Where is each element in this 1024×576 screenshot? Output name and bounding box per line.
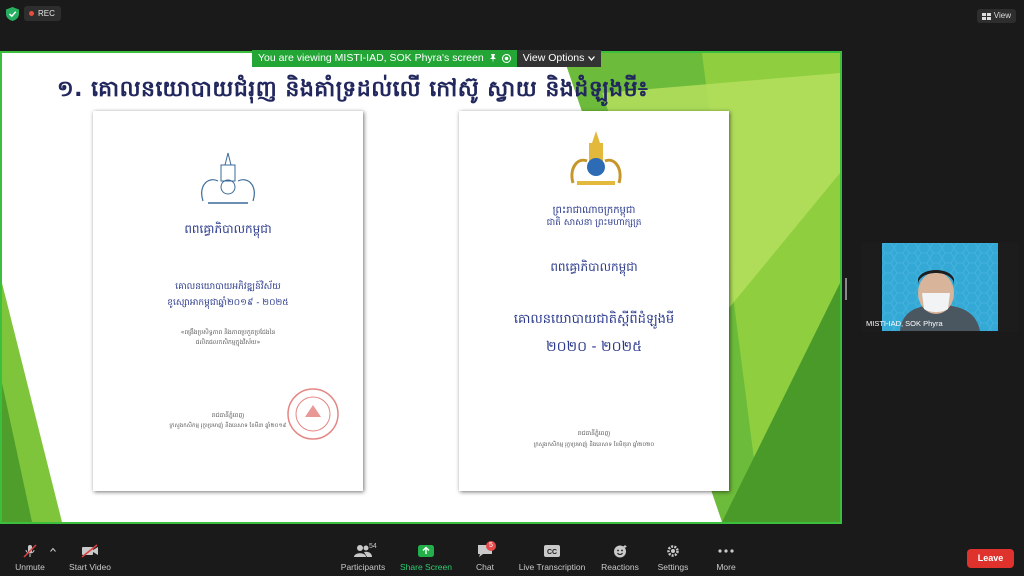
view-options-label: View Options bbox=[522, 52, 585, 64]
unmute-label: Unmute bbox=[15, 562, 45, 572]
doc2-years: ២០២០ - ២០២៥ bbox=[546, 339, 642, 355]
document-cover-rubber-policy: ពពឝ្ធោភិបាលកម្ពុជា គោលនយោបាយអភិវឌ្ឍន៍វិស… bbox=[93, 111, 363, 491]
cambodia-royal-emblem-icon bbox=[570, 131, 622, 185]
chevron-up-icon bbox=[50, 548, 56, 552]
more-dots-icon bbox=[718, 549, 734, 553]
chat-badge: 5 bbox=[486, 541, 496, 551]
doc2-footer-2: ក្រសួងកសិកម្ម រុក្ខាប្រមាញ់ និងនេសាទ ខែម… bbox=[533, 442, 655, 448]
participant-video-image bbox=[882, 243, 998, 331]
settings-label: Settings bbox=[657, 562, 689, 572]
chevron-down-icon bbox=[588, 56, 596, 61]
doc1-note-1: «ពង្រឹងប្រសិទ្ធភាព និងភាពប្រកួតប្រជែងនៃ bbox=[180, 329, 276, 336]
view-button[interactable]: View bbox=[976, 9, 1016, 23]
audio-options-caret[interactable] bbox=[48, 538, 58, 576]
viewing-banner: You are viewing MISTI-IAD, SOK Phyra's s… bbox=[252, 50, 602, 67]
doc2-kingdom: ព្រះរាជាណាចក្រកម្ពុជា bbox=[552, 205, 636, 216]
reactions-smiley-icon bbox=[614, 545, 627, 558]
chat-button[interactable]: 5 Chat bbox=[466, 538, 504, 576]
shared-screen: ១. គោលនយោបាយជំរុញ និងគាំទ្រដល់លើ កៅស៊ូ ស… bbox=[0, 51, 842, 524]
meeting-toolbar: Unmute Start Video 54 Participants Share… bbox=[0, 538, 1024, 576]
viewing-text: You are viewing MISTI-IAD, SOK Phyra's s… bbox=[258, 52, 484, 64]
doc1-footer-1: រាជធានីភ្នំពេញ bbox=[211, 412, 245, 419]
slide-title: ១. គោលនយោបាយជំរុញ និងគាំទ្រដល់លើ កៅស៊ូ ស… bbox=[57, 77, 649, 102]
doc2-header: ពពឝ្ធោភិបាលកម្ពុជា bbox=[550, 260, 638, 274]
security-shield-icon[interactable] bbox=[6, 7, 19, 21]
record-dot-icon bbox=[29, 11, 34, 16]
share-screen-button[interactable]: Share Screen bbox=[398, 538, 454, 576]
doc1-subtitle: ខូស្សោអាកម្ពុជាឆ្នាំ២០១៩ - ២០២៥ bbox=[167, 298, 289, 308]
participants-count: 54 bbox=[369, 543, 377, 550]
unmute-button[interactable]: Unmute bbox=[8, 538, 52, 576]
record-target-icon[interactable] bbox=[501, 54, 511, 63]
doc1-note-2: ផលិតផលកសិកម្មក្នុងវិស័យ» bbox=[195, 339, 261, 346]
start-video-button[interactable]: Start Video bbox=[64, 538, 116, 576]
share-screen-label: Share Screen bbox=[400, 562, 452, 572]
viewing-notice: You are viewing MISTI-IAD, SOK Phyra's s… bbox=[252, 50, 517, 67]
document-cover-cassava-policy: ព្រះរាជាណាចក្រកម្ពុជា ជាតិ សាសនា ព្រះមហា… bbox=[459, 111, 729, 491]
panel-resize-handle[interactable] bbox=[845, 278, 847, 300]
share-screen-icon bbox=[418, 545, 434, 557]
doc1-header: ពពឝ្ធោភិបាលកម្ពុជា bbox=[184, 222, 272, 236]
live-transcription-label: Live Transcription bbox=[518, 562, 586, 572]
participant-name: MISTI-IAD, SOK Phyra bbox=[866, 319, 943, 328]
settings-button[interactable]: Settings bbox=[652, 538, 694, 576]
doc1-policy-title: គោលនយោបាយអភិវឌ្ឍន៍វិស័យ bbox=[175, 282, 281, 292]
video-off-icon bbox=[81, 544, 98, 558]
gear-icon bbox=[667, 545, 679, 557]
live-transcription-button[interactable]: CC Live Transcription bbox=[516, 538, 588, 576]
muted-microphone-icon bbox=[23, 544, 37, 558]
participants-label: Participants bbox=[340, 562, 386, 572]
closed-captions-icon: CC bbox=[544, 545, 560, 557]
reactions-label: Reactions bbox=[601, 562, 639, 572]
participants-button[interactable]: 54 Participants bbox=[338, 538, 388, 576]
more-label: More bbox=[716, 562, 736, 572]
leave-button[interactable]: Leave bbox=[967, 549, 1014, 568]
doc1-footer-2: ក្រសួងកសិកម្ម រុក្ខាប្រមាញ់ និងនេសាទ ខែម… bbox=[169, 423, 287, 429]
top-bar: REC View bbox=[0, 0, 1024, 30]
participant-video-feed bbox=[882, 243, 998, 331]
view-options-button[interactable]: View Options bbox=[516, 50, 602, 67]
start-video-label: Start Video bbox=[69, 562, 111, 572]
doc2-policy-title: គោលនយោបាយជាតិស្ដីពីដំឡូងមី bbox=[513, 312, 675, 327]
participant-video-tile[interactable]: MISTI-IAD, SOK Phyra bbox=[862, 243, 1018, 332]
more-button[interactable]: More bbox=[706, 538, 746, 576]
cambodia-emblem-icon bbox=[201, 152, 255, 204]
doc2-motto: ជាតិ សាសនា ព្រះមហាក្សត្រ bbox=[546, 218, 642, 228]
reactions-button[interactable]: Reactions bbox=[598, 538, 642, 576]
recording-indicator[interactable]: REC bbox=[24, 6, 61, 21]
rec-label: REC bbox=[38, 9, 55, 18]
view-label: View bbox=[993, 11, 1011, 20]
svg-text:CC: CC bbox=[547, 549, 557, 556]
grid-view-icon bbox=[981, 12, 991, 20]
chat-label: Chat bbox=[476, 562, 494, 572]
pin-icon[interactable] bbox=[489, 54, 497, 63]
doc2-footer-1: រាជធានីភ្នំពេញ bbox=[577, 430, 611, 437]
